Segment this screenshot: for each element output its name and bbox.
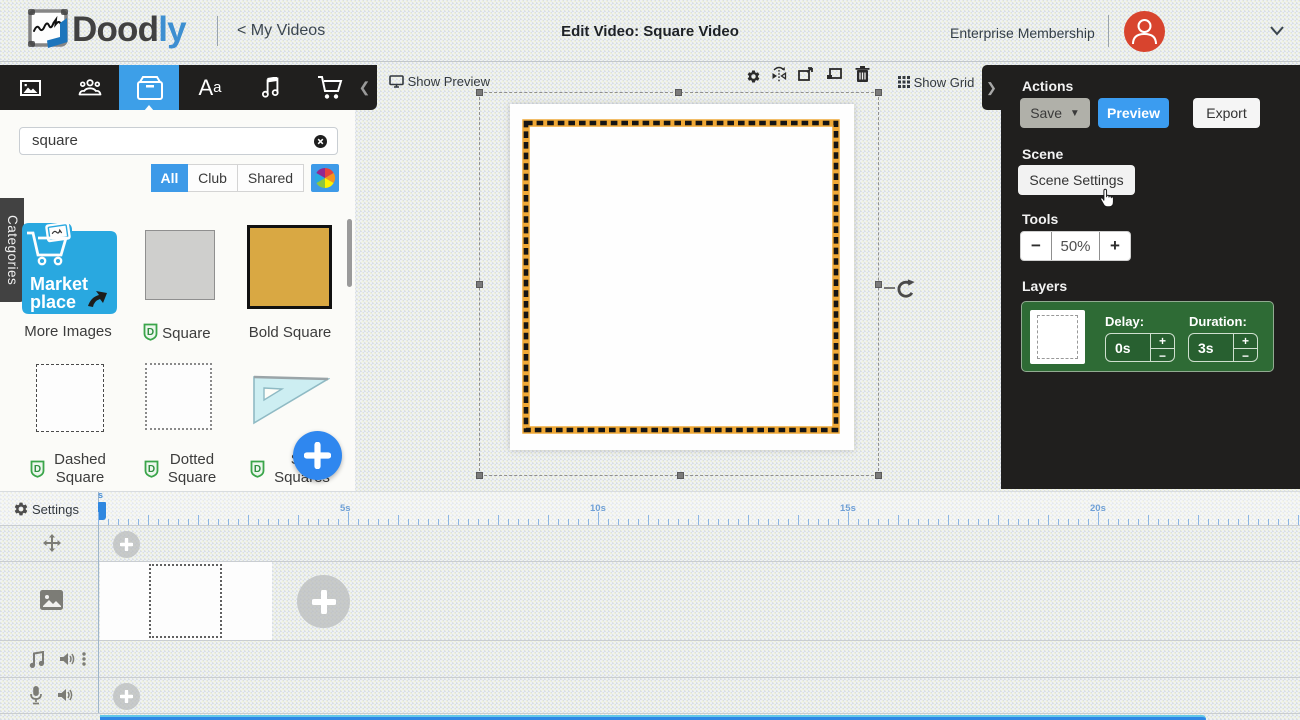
svg-text:place: place	[30, 292, 76, 312]
svg-text:D: D	[147, 327, 154, 338]
svg-text:D: D	[254, 464, 261, 475]
svg-text:D: D	[148, 464, 155, 475]
svg-text:D: D	[34, 464, 41, 475]
svg-text:Market: Market	[30, 274, 88, 294]
